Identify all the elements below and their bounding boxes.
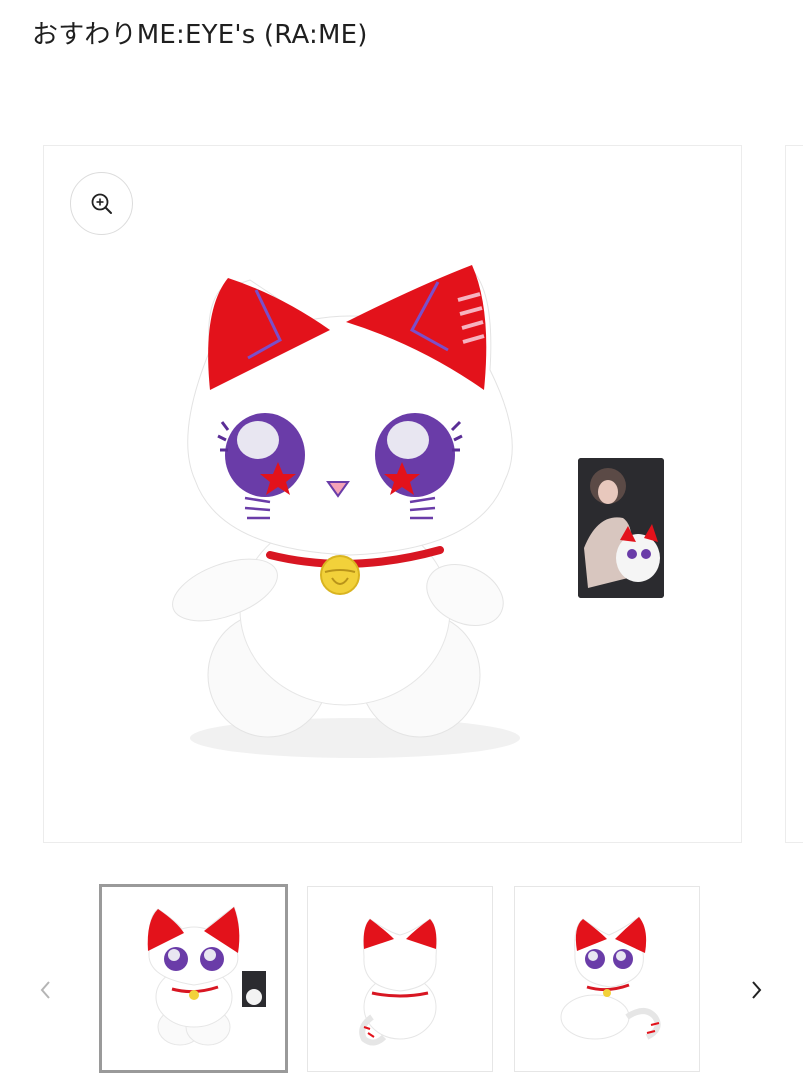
- thumbnail-back[interactable]: [307, 886, 493, 1072]
- plush-cat-main-image: [172, 265, 520, 758]
- thumbnail-side[interactable]: [514, 886, 700, 1072]
- plush-cat-side-thumbnail: [560, 916, 661, 1040]
- previous-image-button[interactable]: [30, 970, 60, 1010]
- zoom-button[interactable]: [70, 172, 133, 235]
- plush-cat-back-thumbnail: [359, 918, 437, 1046]
- chevron-left-icon: [40, 981, 50, 999]
- plush-cat-front-thumbnail: [147, 906, 266, 1046]
- zoom-in-icon: [91, 193, 112, 214]
- photocard-image: [578, 458, 664, 598]
- next-image-frame-peek: [785, 145, 803, 843]
- chevron-right-icon: [752, 981, 762, 999]
- next-image-button[interactable]: [742, 970, 772, 1010]
- product-title: おすわりME:EYE's (RA:ME): [32, 20, 368, 50]
- thumbnail-front[interactable]: [99, 884, 288, 1073]
